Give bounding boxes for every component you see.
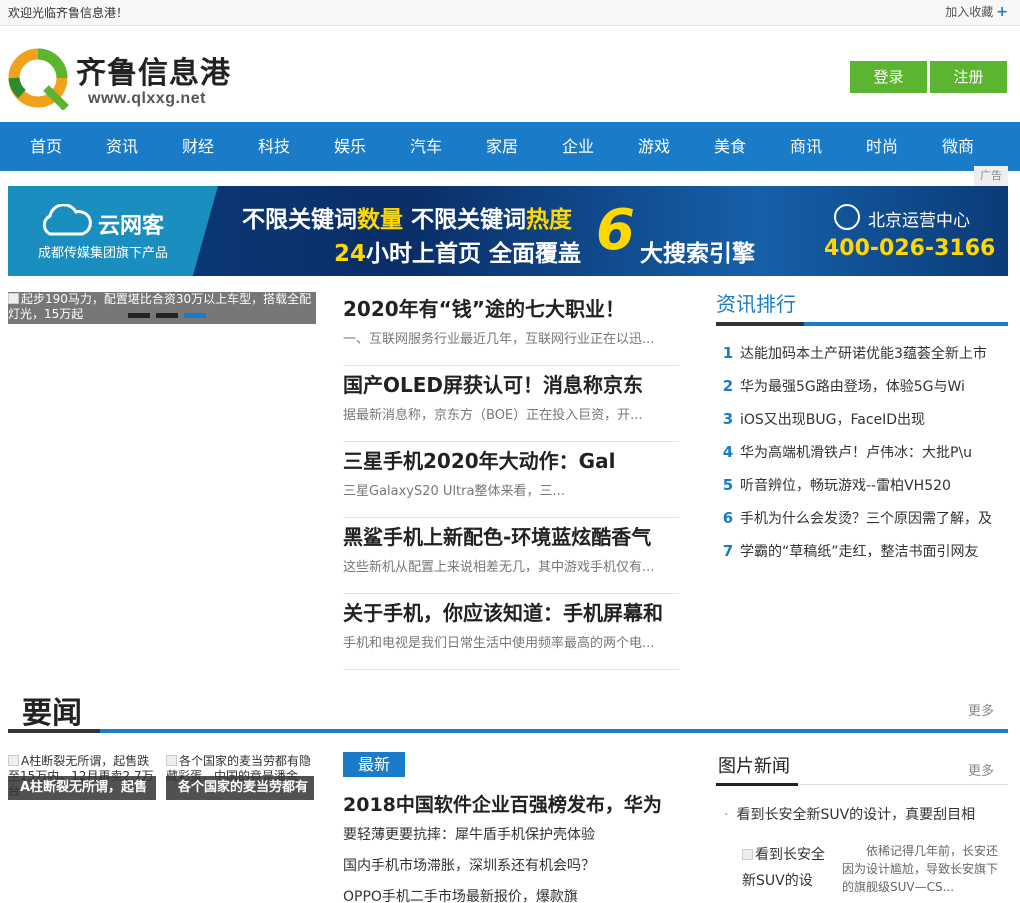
list-item[interactable]: 国产OLED屏获认可！消息称京东 据最新消息称，京东方（BOE）正在投入巨资，开…	[343, 366, 679, 442]
phone-icon	[834, 204, 860, 230]
headline-desc: 一、互联网服务行业最近几年，互联网行业正在以迅...	[343, 332, 655, 347]
welcome-text: 欢迎光临齐鲁信息港！	[8, 6, 129, 20]
list-item[interactable]: 7 学霸的“草稿纸”走红，整洁书面引网友	[716, 538, 1008, 571]
site-logo[interactable]: 齐鲁信息港 www.qlxxg.net	[8, 44, 248, 114]
headline-desc: 据最新消息称，京东方（BOE）正在投入巨资，开...	[343, 408, 643, 423]
ranking-list: 1 达能加码本土产研诺优能3蕴荟全新上市 2 华为最强5G路由登场，体验5G与Wi …	[716, 340, 1008, 571]
news-thumb[interactable]: A柱断裂无所谓，起售跌至15万内，12月再卖2.7万台 A柱断裂无所谓，起售	[8, 754, 156, 800]
headline-desc: 三星GalaxyS20 Ultra整体来看，三...	[343, 484, 565, 499]
headline-title[interactable]: 关于手机，你应该知道：手机屏幕和	[343, 598, 679, 628]
ad-six: 6	[596, 198, 635, 263]
picture-news-more-link[interactable]: 更多	[968, 760, 994, 779]
list-item[interactable]: 1 达能加码本土产研诺优能3蕴荟全新上市	[716, 340, 1008, 373]
headline-title[interactable]: 2020年有“钱”途的七大职业！	[343, 294, 679, 324]
logo-brand-text: 齐鲁信息港	[76, 56, 231, 91]
latest-tag: 最新	[343, 752, 405, 777]
nav-news[interactable]: 资讯	[84, 122, 160, 171]
ad-line-1: 不限关键词数量 不限关键词热度	[242, 207, 573, 233]
slider-dot[interactable]	[128, 313, 150, 318]
section-title-yaowen: 要闻	[22, 696, 82, 731]
picture-news-desc: 依稀记得几年前，长安还因为设计尴尬，导致长安旗下的旗舰级SUV—CS...	[842, 844, 999, 894]
nav-finance[interactable]: 财经	[160, 122, 236, 171]
picture-news-divider	[716, 783, 1008, 786]
headline-desc: 手机和电视是我们日常生活中使用频率最高的两个电...	[343, 636, 655, 651]
ranking-divider	[716, 322, 1008, 326]
nav-home-living[interactable]: 家居	[464, 122, 540, 171]
image-slider[interactable]: 起步190马力，配置堪比合资30万以上车型，搭载全配灯光，15万起	[8, 292, 316, 324]
picture-news-title: 图片新闻	[718, 756, 790, 777]
latest-news-list: 要轻薄更要抗摔：犀牛盾手机保护壳体验 国内手机市场滞胀，深圳系还有机会吗？ OP…	[343, 824, 679, 903]
list-item[interactable]: 要轻薄更要抗摔：犀牛盾手机保护壳体验	[343, 824, 679, 855]
headline-title[interactable]: 黑鲨手机上新配色-环境蓝炫酷香气	[343, 522, 679, 552]
yaowen-divider	[8, 729, 1008, 733]
plus-icon: +	[996, 4, 1008, 20]
list-item[interactable]: 关于手机，你应该知道：手机屏幕和 手机和电视是我们日常生活中使用频率最高的两个电…	[343, 594, 679, 670]
nav-food[interactable]: 美食	[692, 122, 768, 171]
nav-fashion[interactable]: 时尚	[844, 122, 920, 171]
latest-headline[interactable]: 2018中国软件企业百强榜发布，华为	[343, 790, 679, 817]
broken-image-icon	[742, 849, 753, 860]
headline-title[interactable]: 三星手机2020年大动作：Gal	[343, 446, 679, 476]
broken-image-icon	[166, 755, 177, 766]
logo-q-icon	[8, 48, 69, 110]
ad-label: 广告	[974, 166, 1008, 186]
list-item[interactable]: 三星手机2020年大动作：Gal 三星GalaxyS20 Ultra整体来看，三…	[343, 442, 679, 518]
list-item[interactable]: 6 手机为什么会发烫？三个原因需了解，及	[716, 505, 1008, 538]
ad-phone-number: 400-026-3166	[824, 236, 996, 261]
top-bar: 欢迎光临齐鲁信息港！ 加入收藏 +	[0, 0, 1020, 26]
headline-title[interactable]: 国产OLED屏获认可！消息称京东	[343, 370, 679, 400]
nav-enterprise[interactable]: 企业	[540, 122, 616, 171]
nav-games[interactable]: 游戏	[616, 122, 692, 171]
ranking-title: 资讯排行	[716, 292, 796, 316]
ad-brand: 云网客	[98, 214, 165, 239]
main-nav: 首页 资讯 财经 科技 娱乐 汽车 家居 企业 游戏 美食 商讯 时尚 微商	[0, 122, 1020, 171]
nav-home[interactable]: 首页	[8, 122, 84, 171]
list-item[interactable]: 国内手机市场滞胀，深圳系还有机会吗？	[343, 855, 679, 886]
picture-news-image[interactable]: 看到长安全新SUV的设	[742, 842, 832, 894]
list-item[interactable]: · 看到长安全新SUV的设计，真要刮目相	[724, 804, 975, 824]
broken-image-icon	[8, 293, 19, 304]
yaowen-more-link[interactable]: 更多	[968, 700, 994, 719]
headline-list: 2020年有“钱”途的七大职业！ 一、互联网服务行业最近几年，互联网行业正在以迅…	[343, 290, 679, 670]
logo-url: www.qlxxg.net	[88, 90, 206, 107]
ad-sub: 成都传媒集团旗下产品	[38, 246, 169, 261]
bullet-icon: ·	[724, 807, 729, 823]
ad-line-3: 大搜索引擎	[640, 241, 755, 267]
register-button[interactable]: 注册	[930, 61, 1007, 93]
cloud-icon	[42, 204, 92, 236]
nav-wechat-business[interactable]: 微商	[920, 122, 996, 171]
list-item[interactable]: 黑鲨手机上新配色-环境蓝炫酷香气 这些新机从配置上来说相差无几，其中游戏手机仅有…	[343, 518, 679, 594]
ad-banner[interactable]: 云网客 成都传媒集团旗下产品 不限关键词数量 不限关键词热度 24小时上首页 全…	[8, 186, 1008, 276]
news-thumb[interactable]: 各个国家的麦当劳都有隐藏彩蛋，中国的竟是潘金 各个国家的麦当劳都有	[166, 754, 314, 800]
list-item[interactable]: 4 华为高端机滑铁卢！卢伟冰：大批P\u	[716, 439, 1008, 472]
ad-center: 北京运营中心	[868, 211, 970, 231]
thumb-caption[interactable]: 各个国家的麦当劳都有	[166, 776, 314, 800]
slider-dot[interactable]	[156, 313, 178, 318]
thumb-caption[interactable]: A柱断裂无所谓，起售	[8, 776, 156, 800]
login-button[interactable]: 登录	[850, 61, 927, 93]
list-item[interactable]: OPPO手机二手市场最新报价，爆款旗	[343, 886, 679, 903]
nav-tech[interactable]: 科技	[236, 122, 312, 171]
list-item[interactable]: 2020年有“钱”途的七大职业！ 一、互联网服务行业最近几年，互联网行业正在以迅…	[343, 290, 679, 366]
broken-image-icon	[8, 755, 19, 766]
add-favorite-link[interactable]: 加入收藏 +	[945, 3, 1008, 20]
nav-business[interactable]: 商讯	[768, 122, 844, 171]
nav-auto[interactable]: 汽车	[388, 122, 464, 171]
headline-desc: 这些新机从配置上来说相差无几，其中游戏手机仅有...	[343, 560, 655, 575]
nav-entertainment[interactable]: 娱乐	[312, 122, 388, 171]
slider-dot-active[interactable]	[184, 313, 206, 318]
list-item[interactable]: 3 iOS又出现BUG，FaceID出现	[716, 406, 1008, 439]
list-item[interactable]: 5 听音辨位，畅玩游戏--雷柏VH520	[716, 472, 1008, 505]
list-item[interactable]: 2 华为最强5G路由登场，体验5G与Wi	[716, 373, 1008, 406]
ad-line-2: 24小时上首页 全面覆盖	[334, 241, 582, 267]
